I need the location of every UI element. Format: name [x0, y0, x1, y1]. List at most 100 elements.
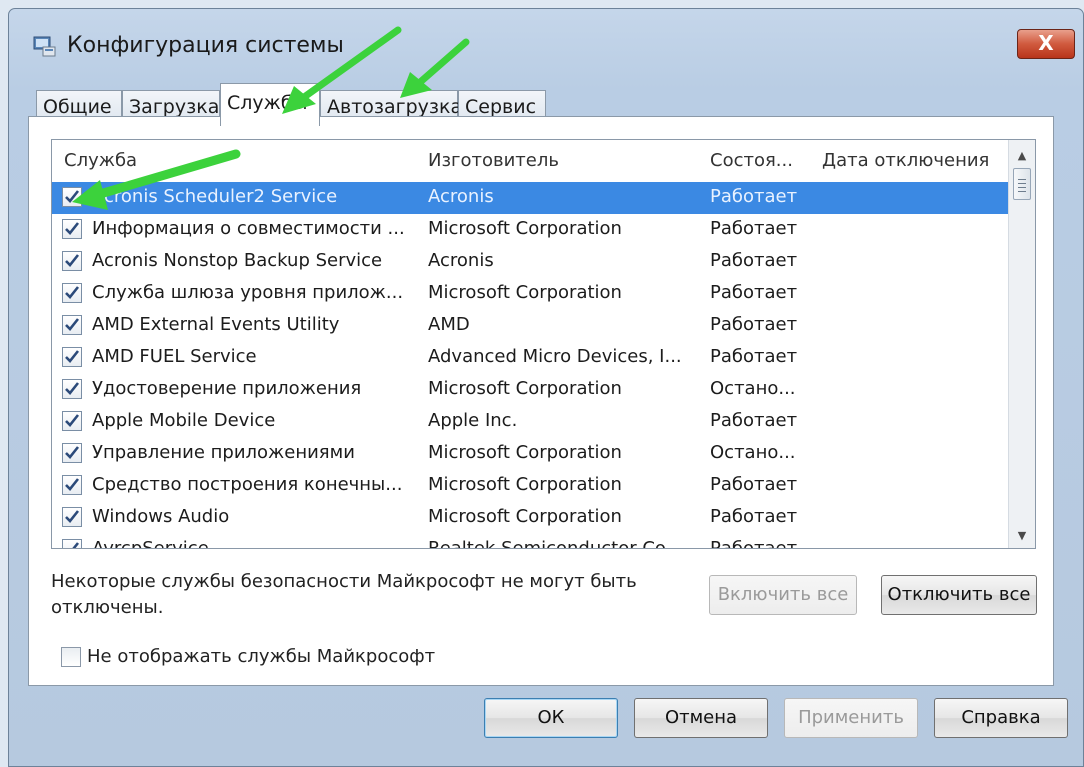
checkmark-icon: [65, 318, 80, 331]
column-header-disable-date[interactable]: Дата отключения: [822, 150, 989, 171]
tab-general-label: Общие: [43, 96, 112, 118]
table-row[interactable]: Acronis Scheduler2 Service Acronis Работае…: [52, 182, 1012, 214]
cell-status: Работает: [710, 474, 798, 495]
msconfig-app-icon: [33, 36, 56, 57]
cell-status: Остано...: [710, 378, 796, 399]
cell-service: Управление приложениями: [92, 442, 355, 463]
cell-vendor: Apple Inc.: [428, 410, 518, 431]
service-checkbox[interactable]: [62, 539, 82, 548]
list-header: Служба Изготовитель Состоя... Дата отклю…: [52, 140, 1010, 178]
apply-label: Применить: [798, 707, 904, 728]
column-header-status[interactable]: Состоя...: [710, 150, 793, 171]
cell-status: Работает: [710, 186, 798, 207]
tab-startup-label: Автозагрузка: [327, 96, 463, 118]
scroll-up-icon[interactable]: ▲: [1009, 144, 1035, 168]
cancel-label: Отмена: [664, 707, 738, 728]
table-row[interactable]: Windows Audio Microsoft Corporation Работа…: [52, 502, 1012, 534]
cell-vendor: Microsoft Corporation: [428, 474, 622, 495]
checkmark-icon: [65, 382, 80, 395]
ok-button[interactable]: ОК: [484, 698, 618, 738]
close-button[interactable]: X: [1017, 29, 1075, 59]
service-checkbox[interactable]: [62, 379, 82, 399]
table-row[interactable]: Удостоверение приложения Microsoft Corpor…: [52, 374, 1012, 406]
services-list[interactable]: Служба Изготовитель Состоя... Дата отклю…: [51, 139, 1036, 549]
cell-vendor: Microsoft Corporation: [428, 506, 622, 527]
column-header-service[interactable]: Служба: [64, 150, 137, 171]
vertical-scrollbar[interactable]: ▲ ▼: [1008, 140, 1035, 548]
cell-vendor: AMD: [428, 314, 470, 335]
checkmark-icon: [65, 446, 80, 459]
cell-service: Средство построения конечны...: [92, 474, 403, 495]
close-icon: X: [1038, 31, 1054, 55]
ok-label: ОК: [537, 707, 565, 728]
checkmark-icon: [65, 414, 80, 427]
apply-button[interactable]: Применить: [784, 698, 918, 738]
cell-status: Работает: [710, 346, 798, 367]
checkmark-icon: [65, 254, 80, 267]
cell-service: Информация о совместимости ...: [92, 218, 405, 239]
service-checkbox[interactable]: [62, 411, 82, 431]
checkmark-icon: [72, 542, 80, 548]
cell-service: AvrcpService: [92, 538, 209, 549]
table-row[interactable]: Apple Mobile Device Apple Inc. Работает: [52, 406, 1012, 438]
disable-all-label: Отключить все: [887, 584, 1031, 605]
security-note: Некоторые службы безопасности Майкрософт…: [51, 571, 637, 618]
hide-ms-services-checkbox[interactable]: [61, 647, 81, 667]
service-checkbox[interactable]: [62, 251, 82, 271]
cell-vendor: Microsoft Corporation: [428, 282, 622, 303]
cell-vendor: Advanced Micro Devices, I...: [428, 346, 682, 367]
service-checkbox[interactable]: [62, 187, 82, 207]
tab-services[interactable]: Службы: [220, 83, 320, 126]
table-row[interactable]: Управление приложениями Microsoft Corpora…: [52, 438, 1012, 470]
table-row[interactable]: Средство построения конечны... Microsoft …: [52, 470, 1012, 502]
table-row[interactable]: Служба шлюза уровня прилож... Microsoft C…: [52, 278, 1012, 310]
checkmark-icon: [65, 190, 80, 203]
cancel-button[interactable]: Отмена: [634, 698, 768, 738]
service-checkbox[interactable]: [62, 507, 82, 527]
checkmark-icon: [65, 510, 80, 523]
disable-all-button[interactable]: Отключить все: [881, 575, 1037, 615]
cell-vendor: Microsoft Corporation: [428, 442, 622, 463]
service-checkbox[interactable]: [62, 283, 82, 303]
tab-services-label: Службы: [227, 92, 308, 114]
cell-status: Работает: [710, 410, 798, 431]
service-checkbox[interactable]: [62, 475, 82, 495]
tab-tools-label: Сервис: [465, 96, 537, 118]
table-row[interactable]: AMD External Events Utility AMD Работает: [52, 310, 1012, 342]
cell-status: Работает: [710, 506, 798, 527]
cell-status: Работает: [710, 250, 798, 271]
cell-vendor: Microsoft Corporation: [428, 218, 622, 239]
services-panel: Служба Изготовитель Состоя... Дата отклю…: [28, 116, 1054, 686]
help-button[interactable]: Справка: [934, 698, 1068, 738]
service-checkbox[interactable]: [62, 219, 82, 239]
scroll-thumb[interactable]: [1013, 168, 1031, 200]
cell-status: Работает: [710, 282, 798, 303]
column-header-vendor[interactable]: Изготовитель: [428, 150, 559, 171]
table-row[interactable]: AMD FUEL Service Advanced Micro Devices, …: [52, 342, 1012, 374]
table-row[interactable]: Acronis Nonstop Backup Service Acronis Раб…: [52, 246, 1012, 278]
cell-service: Служба шлюза уровня прилож...: [92, 282, 404, 303]
table-row[interactable]: Информация о совместимости ... Microsoft …: [52, 214, 1012, 246]
checkmark-icon: [65, 350, 80, 363]
checkmark-icon: [65, 286, 80, 299]
service-checkbox[interactable]: [62, 315, 82, 335]
cell-service: Acronis Scheduler2 Service: [92, 186, 338, 207]
service-checkbox[interactable]: [62, 347, 82, 367]
cell-vendor: Microsoft Corporation: [428, 378, 622, 399]
title-bar[interactable]: Конфигурация системы X: [9, 9, 1083, 89]
tab-boot-label: Загрузка: [129, 96, 220, 118]
cell-service: Acronis Nonstop Backup Service: [92, 250, 383, 271]
scroll-down-icon[interactable]: ▼: [1009, 524, 1035, 548]
table-row[interactable]: AvrcpService Realtek Semiconductor Co... Р…: [52, 534, 1012, 549]
service-checkbox[interactable]: [62, 443, 82, 463]
cell-status: Остано...: [710, 442, 796, 463]
enable-all-button[interactable]: Включить все: [709, 575, 857, 615]
cell-status: Работает: [710, 218, 798, 239]
cell-vendor: Acronis: [428, 250, 494, 271]
cell-status: Работает: [710, 538, 798, 549]
help-label: Справка: [961, 707, 1041, 728]
cell-service: AMD External Events Utility: [92, 314, 340, 335]
cell-service: Apple Mobile Device: [92, 410, 276, 431]
cell-status: Работает: [710, 314, 798, 335]
cell-vendor: Realtek Semiconductor Co...: [428, 538, 683, 549]
